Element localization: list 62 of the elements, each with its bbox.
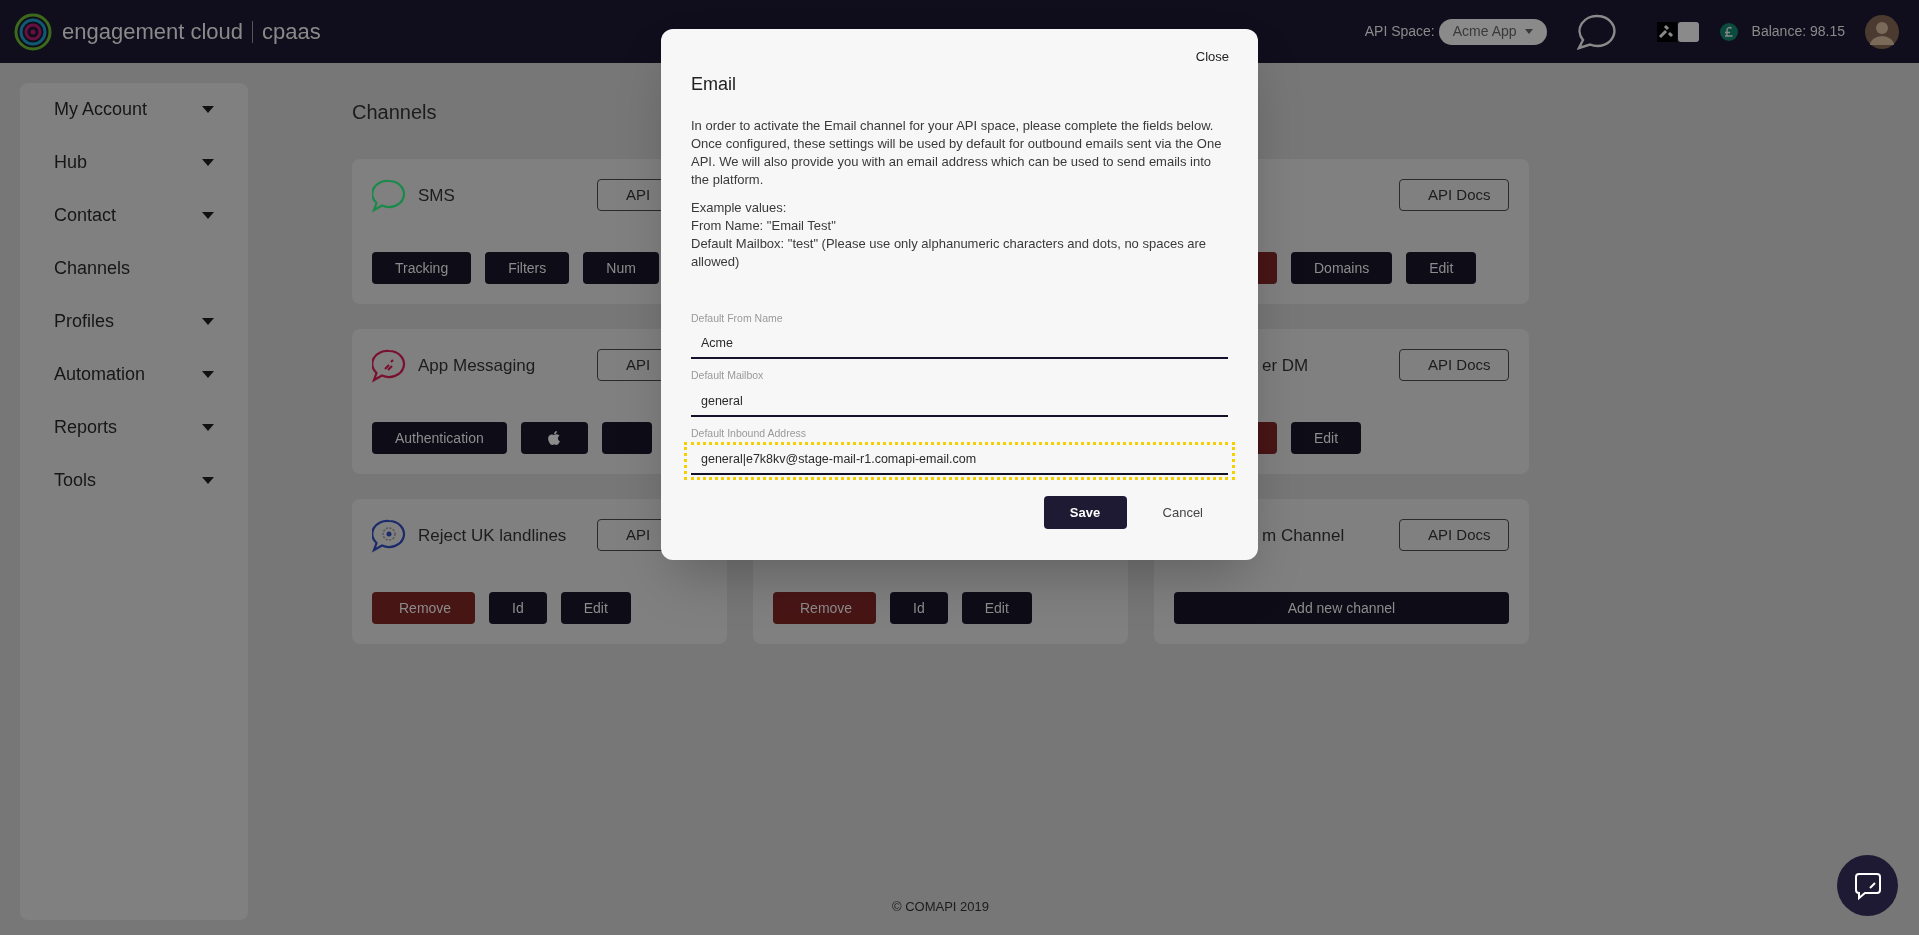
- add-channel-button[interactable]: Add new channel: [1174, 592, 1509, 624]
- action-button[interactable]: [601, 422, 652, 454]
- remove-button[interactable]: Remove: [773, 592, 876, 624]
- action-button[interactable]: Domains: [1291, 252, 1393, 284]
- chat-bubble-icon: [372, 349, 406, 383]
- sidebar-item[interactable]: Contact: [20, 189, 248, 242]
- caret-icon: [1524, 29, 1533, 34]
- cancel-button[interactable]: Cancel: [1162, 502, 1203, 522]
- action-button[interactable]: Num: [583, 252, 659, 284]
- channel-title: App Messaging: [418, 355, 536, 378]
- action-button[interactable]: Id: [489, 592, 547, 624]
- api-docs-button[interactable]: API Docs: [1399, 349, 1509, 381]
- sidebar-item[interactable]: Profiles: [20, 295, 248, 348]
- save-button[interactable]: Save: [1043, 495, 1127, 529]
- dialog-title: Email: [691, 72, 737, 96]
- avatar[interactable]: [1865, 14, 1899, 49]
- action-button[interactable]: Id: [890, 592, 948, 624]
- product-name: cpaas: [262, 18, 321, 46]
- api-docs-button[interactable]: API Docs: [1399, 179, 1509, 211]
- channel-title: SMS: [418, 185, 455, 208]
- channel-title: Reject UK landlines: [418, 525, 567, 548]
- action-button[interactable]: Tracking: [372, 252, 472, 284]
- footer-text: © COMAPI 2019: [892, 897, 989, 916]
- api-space-dropdown[interactable]: Acme App: [1438, 18, 1547, 45]
- action-button[interactable]: Authentication: [372, 422, 507, 454]
- field-label: Default Inbound Address: [691, 426, 807, 441]
- chat-gear-icon: [372, 519, 406, 553]
- action-button[interactable]: Edit: [1291, 422, 1362, 454]
- sidebar-item[interactable]: Channels: [20, 242, 248, 295]
- text-field[interactable]: Acme: [691, 329, 1228, 360]
- field-label: Default From Name: [691, 310, 784, 326]
- apple-icon: [546, 430, 563, 446]
- action-button[interactable]: Filters: [485, 252, 570, 284]
- close-button[interactable]: Close: [1195, 47, 1229, 67]
- api-docs-button[interactable]: API Docs: [1399, 519, 1509, 551]
- balance-text: Balance: 98.15: [1751, 22, 1845, 41]
- channel-title: m Channel: [1262, 525, 1345, 547]
- example-text: Default Mailbox: "test" (Please use only alphanumeric characters and dots, no spaces are allowed): [691, 234, 1208, 271]
- remove-button[interactable]: Remove: [372, 592, 475, 624]
- action-button[interactable]: Edit: [961, 592, 1032, 624]
- logo-icon: [14, 12, 52, 51]
- sidebar-item[interactable]: Tools: [20, 454, 248, 507]
- text-field[interactable]: general: [691, 387, 1228, 417]
- api-space-label: API Space:: [1364, 22, 1435, 41]
- brand-name: engagement cloud: [62, 18, 244, 46]
- page-title: Channels: [352, 102, 437, 122]
- channel-title: er DM: [1262, 355, 1309, 377]
- chat-bubble-icon: [372, 179, 406, 213]
- pound-icon: [1719, 22, 1738, 41]
- toggle-icon[interactable]: [1656, 21, 1699, 42]
- action-button[interactable]: Edit: [1406, 252, 1477, 284]
- apple-button[interactable]: [520, 422, 588, 454]
- chat-icon: [1852, 870, 1883, 901]
- action-button[interactable]: Edit: [560, 592, 631, 624]
- sidebar-item[interactable]: Automation: [20, 348, 248, 401]
- text-field[interactable]: general|e7k8kv@stage-mail-r1.comapi-email.com: [691, 444, 1228, 475]
- sidebar-item[interactable]: Reports: [20, 401, 248, 454]
- chat-bubble-icon[interactable]: [1576, 13, 1617, 50]
- highlighted-field[interactable]: general|e7k8kv@stage-mail-r1.comapi-email.com: [684, 441, 1235, 480]
- example-text: From Name: "Email Test": [691, 216, 837, 235]
- sidebar-item[interactable]: My Account: [20, 83, 248, 136]
- sidebar-item[interactable]: Hub: [20, 136, 248, 189]
